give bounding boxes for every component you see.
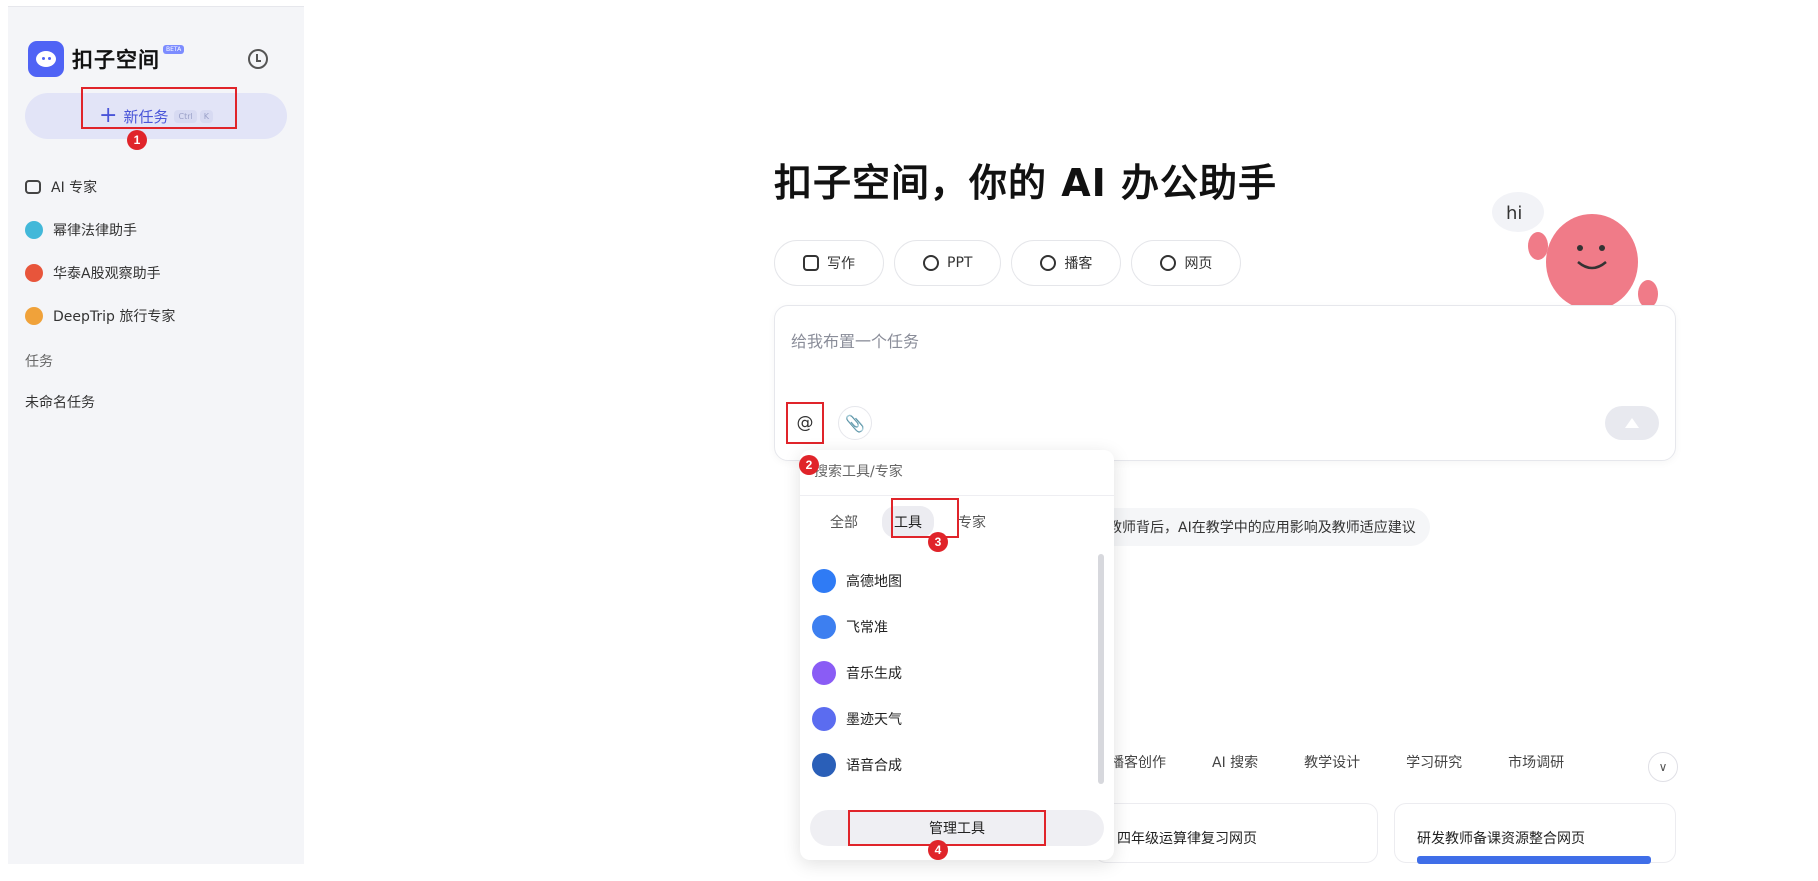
law-assistant-icon [25,220,43,239]
speech-icon [812,753,836,777]
mascot-bubble: hi [1506,203,1522,224]
pen-icon [803,255,819,271]
category-tab[interactable]: 学习研究 [1406,752,1462,772]
alarm-clock-icon[interactable] [248,49,268,69]
podcast-icon [1040,255,1057,271]
nav-label: AI 专家 [51,179,98,196]
card-title: 研发教师备课资源整合网页 [1417,831,1585,847]
suggestion-chip[interactable]: 教师背后，AI在教学中的应用影响及教师适应建议 [1094,508,1430,546]
expert-nav: AI 专家 幂律法律助手 华泰A股观察助手 DeepTrip 旅行专家 [25,165,287,337]
nav-item-stock-assistant[interactable]: 华泰A股观察助手 [25,251,287,294]
tool-list: 高德地图 飞常准 音乐生成 墨迹天气 语音合成 [812,558,1092,788]
annotation-badge: 3 [928,532,948,552]
tool-item-flight[interactable]: 飞常准 [812,604,1092,650]
brand-name: 扣子空间 [72,48,160,72]
mention-button[interactable]: @ [786,402,824,444]
chip-label: 写作 [827,256,855,272]
travel-expert-icon [25,306,43,325]
tool-label: 高德地图 [846,574,902,590]
tool-chips: 写作 PPT 播客 网页 [774,240,1242,286]
nav-label: 幂律法律助手 [53,222,137,239]
graduation-cap-icon [25,179,41,194]
mascot-illustration: hi [1492,192,1658,310]
tool-item-weather[interactable]: 墨迹天气 [812,696,1092,742]
chip-podcast[interactable]: 播客 [1011,240,1122,286]
music-icon [812,661,836,685]
nav-item-law-assistant[interactable]: 幂律法律助手 [25,208,287,251]
beta-badge: BETA [163,44,185,54]
logo-icon [28,41,64,77]
tab-all[interactable]: 全部 [830,512,858,532]
annotation-badge: 4 [928,840,948,860]
chip-label: 播客 [1064,256,1093,272]
tasks-section-label: 任务 [25,354,53,370]
task-input-box: @ 📎 [774,305,1676,461]
amap-icon [812,569,836,593]
page-title: 扣子空间，你的 AI 办公助手 [774,161,1278,205]
globe-icon [1160,255,1177,271]
weather-icon [812,707,836,731]
annotation-badge: 1 [127,130,147,150]
category-tab[interactable]: 教学设计 [1304,752,1360,772]
flight-icon [812,615,836,639]
tool-search-input[interactable] [814,464,1094,480]
category-tab[interactable]: 市场调研 [1508,752,1564,772]
annotation-box [891,498,959,538]
chip-writing[interactable]: 写作 [774,240,884,286]
attach-button[interactable]: 📎 [838,406,872,440]
nav-label: DeepTrip 旅行专家 [53,308,176,325]
dropdown-scrollbar[interactable] [1098,554,1104,784]
annotation-box [848,810,1046,846]
chip-ppt[interactable]: PPT [894,240,1002,286]
task-input[interactable] [791,328,1651,368]
annotation-box [81,87,237,129]
tab-experts[interactable]: 专家 [958,512,986,532]
chip-webpage[interactable]: 网页 [1131,240,1242,286]
template-card[interactable]: 研发教师备课资源整合网页 [1394,803,1676,864]
nav-item-ai-expert[interactable]: AI 专家 [25,165,287,208]
nav-item-deeptrip[interactable]: DeepTrip 旅行专家 [25,294,287,337]
template-card[interactable]: 四年级运算律复习网页 [1094,803,1378,863]
at-icon: @ [796,413,814,433]
tool-item-amap[interactable]: 高德地图 [812,558,1092,604]
tool-item-music[interactable]: 音乐生成 [812,650,1092,696]
card-title: 四年级运算律复习网页 [1117,831,1257,847]
chip-label: 网页 [1184,256,1213,272]
send-button[interactable] [1605,406,1659,440]
brand[interactable]: 扣子空间 BETA [28,41,185,77]
tool-label: 音乐生成 [846,666,902,682]
tool-label: 飞常准 [846,620,888,636]
category-tabs: 播客创作 AI 搜索 教学设计 学习研究 市场调研 [1110,752,1564,772]
chevron-down-icon[interactable]: ∨ [1648,752,1678,782]
sidebar: 扣子空间 BETA + 新任务 Ctrl K AI 专家 幂律法律助手 华泰A股… [8,6,304,864]
stock-assistant-icon [25,263,43,282]
annotation-badge: 2 [799,455,819,475]
dropdown-search [800,450,1114,496]
tool-label: 语音合成 [846,758,902,774]
category-tab[interactable]: 播客创作 [1110,752,1166,772]
tool-item-tts[interactable]: 语音合成 [812,742,1092,788]
nav-label: 华泰A股观察助手 [53,265,161,282]
category-tab[interactable]: AI 搜索 [1212,752,1258,772]
chip-label: PPT [947,255,973,271]
card-thumbnail [1417,856,1651,864]
paperclip-icon: 📎 [845,413,865,433]
task-item[interactable]: 未命名任务 [25,392,95,412]
tool-label: 墨迹天气 [846,712,902,728]
ppt-icon [923,255,939,271]
